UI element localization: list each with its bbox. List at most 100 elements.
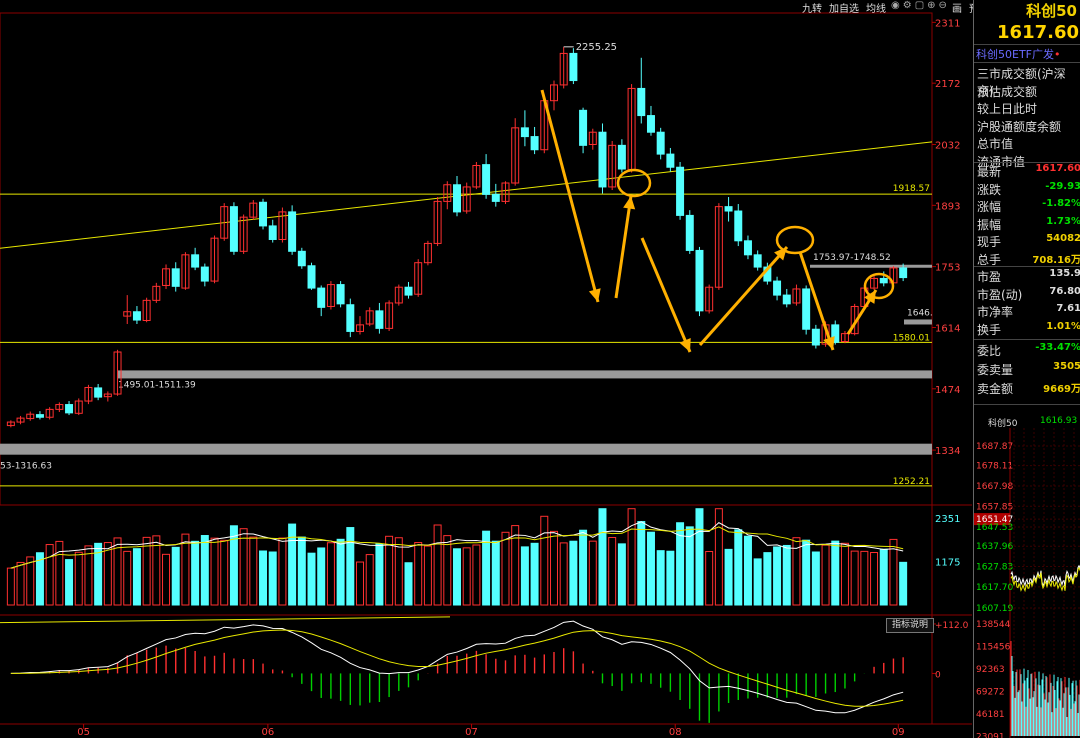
volume-bar xyxy=(782,544,791,606)
candle-body xyxy=(676,166,685,216)
indicator-explain-button[interactable]: 指标说明 xyxy=(886,618,934,633)
annotation-circle xyxy=(775,225,815,255)
volume-bar xyxy=(288,523,297,606)
quote-row: 现手 54082 xyxy=(977,233,1080,250)
volume-bar xyxy=(336,538,345,606)
volume-bar xyxy=(773,546,782,606)
volume-bar xyxy=(617,543,626,606)
volume-bar xyxy=(45,544,54,606)
valuation-row-value: 1.01% xyxy=(1046,321,1080,333)
candle-body xyxy=(453,184,461,213)
candle-body xyxy=(598,131,607,188)
candle-body xyxy=(297,250,306,267)
macd-tick-label: 0 xyxy=(935,670,941,680)
volume-bar xyxy=(229,525,238,606)
volume-bar xyxy=(627,508,636,606)
volume-bar xyxy=(656,550,665,606)
volume-bar xyxy=(646,531,655,606)
eye-icon[interactable]: ◉ xyxy=(891,0,900,13)
volume-bar xyxy=(666,550,675,606)
candle-body xyxy=(317,287,326,308)
market-row-label: 沪股通额度余额 xyxy=(977,119,1062,134)
volume-bar xyxy=(220,539,229,606)
candle-body xyxy=(879,277,888,284)
volume-bar xyxy=(753,558,762,606)
quote-row: 涨跌 -29.93 xyxy=(977,181,1080,198)
candle-body xyxy=(346,304,355,332)
volume-bar xyxy=(501,531,510,606)
volume-bar xyxy=(899,561,908,606)
volume-bar xyxy=(346,527,355,606)
panel-divider xyxy=(974,44,1080,45)
volume-bar xyxy=(414,542,423,606)
etf-link[interactable]: 科创50ETF广发• xyxy=(976,46,1061,62)
price-panel-frame xyxy=(0,12,933,506)
valuation-row-label: 市净率 xyxy=(977,305,1014,320)
draw-button[interactable]: 画 xyxy=(950,0,964,15)
zoom-in-icon[interactable]: ⊕ xyxy=(927,0,935,13)
volume-bar xyxy=(84,545,93,606)
volume-bar xyxy=(831,540,840,606)
chart-stage: 2311 2172 2032 1893 1753 1614 1474 1334 1918.57 1… xyxy=(0,0,1080,738)
market-row-label: 较上日此时 xyxy=(977,102,1038,116)
quote-row-value: 1.73% xyxy=(1046,215,1080,227)
volume-bar xyxy=(181,533,190,606)
candle-body xyxy=(617,144,626,170)
trendline xyxy=(0,141,933,249)
candle-body xyxy=(753,254,762,268)
moving-average-button[interactable]: 均线 xyxy=(864,0,888,15)
quote-panel: 科创50 1617.60 科创50ETF广发• 三市成交额(沪深京) 预估成交额较… xyxy=(973,0,1080,738)
quote-row: 最新 1617.60 xyxy=(977,163,1080,180)
add-watchlist-button[interactable]: 加自选 xyxy=(827,0,861,15)
candle-body xyxy=(491,193,500,202)
candle-body xyxy=(191,254,200,268)
volume-bar xyxy=(453,548,461,606)
jiuzhuan-button[interactable]: 九转 xyxy=(800,0,824,15)
volume-bar xyxy=(385,535,394,606)
macd-trendline xyxy=(0,616,451,624)
quote-row: 振幅 1.73% xyxy=(977,216,1080,233)
candle-body xyxy=(685,214,694,251)
mini-volume-tick: 138544 xyxy=(976,620,1011,630)
copy-icon[interactable]: ▢ xyxy=(915,0,924,13)
volume-bar xyxy=(132,548,141,606)
order-row-value: 9669万 xyxy=(1043,383,1080,395)
panel-divider xyxy=(974,339,1080,340)
market-row-label: 预估成交额 xyxy=(977,84,1038,99)
panel-divider xyxy=(974,404,1080,405)
index-price: 1617.60 xyxy=(997,22,1079,43)
mini-price-tick: 1637.96 xyxy=(976,542,1013,552)
volume-bar xyxy=(171,546,180,606)
x-tick-label: 05 xyxy=(77,727,90,738)
volume-bar xyxy=(259,550,268,606)
mini-price-tick: 1617.70 xyxy=(976,583,1013,593)
volume-bar xyxy=(491,540,500,606)
candle-body xyxy=(782,294,791,305)
order-row-label: 卖金额 xyxy=(977,381,1014,396)
volume-bar xyxy=(579,529,588,606)
volume-bar xyxy=(123,550,132,606)
market-row: 总市值 xyxy=(977,135,1080,152)
volume-bar xyxy=(152,535,161,606)
volume-bar xyxy=(268,551,277,606)
volume-bar xyxy=(200,535,209,606)
price-tick-label: 1334 xyxy=(935,446,960,457)
volume-bar xyxy=(860,550,869,606)
volume-bar xyxy=(278,537,287,606)
volume-bar xyxy=(870,552,879,606)
zoom-out-icon[interactable]: ⊖ xyxy=(939,0,947,13)
volume-bar xyxy=(472,544,481,606)
volume-bar xyxy=(763,552,772,606)
candle-body xyxy=(734,210,743,242)
volume-bar xyxy=(365,554,374,606)
candle-body xyxy=(695,249,704,312)
volume-bar xyxy=(588,540,597,606)
settings-icon[interactable]: ⚙ xyxy=(903,0,912,13)
volume-bar xyxy=(16,561,25,606)
candle-body xyxy=(200,266,209,282)
valuation-row-label: 市盈(动) xyxy=(977,287,1023,302)
volume-bar xyxy=(705,551,714,606)
candle-body xyxy=(899,267,908,279)
quote-row-label: 振幅 xyxy=(977,217,1002,232)
gap-band-label: 1495.01-1511.39 xyxy=(118,380,196,390)
